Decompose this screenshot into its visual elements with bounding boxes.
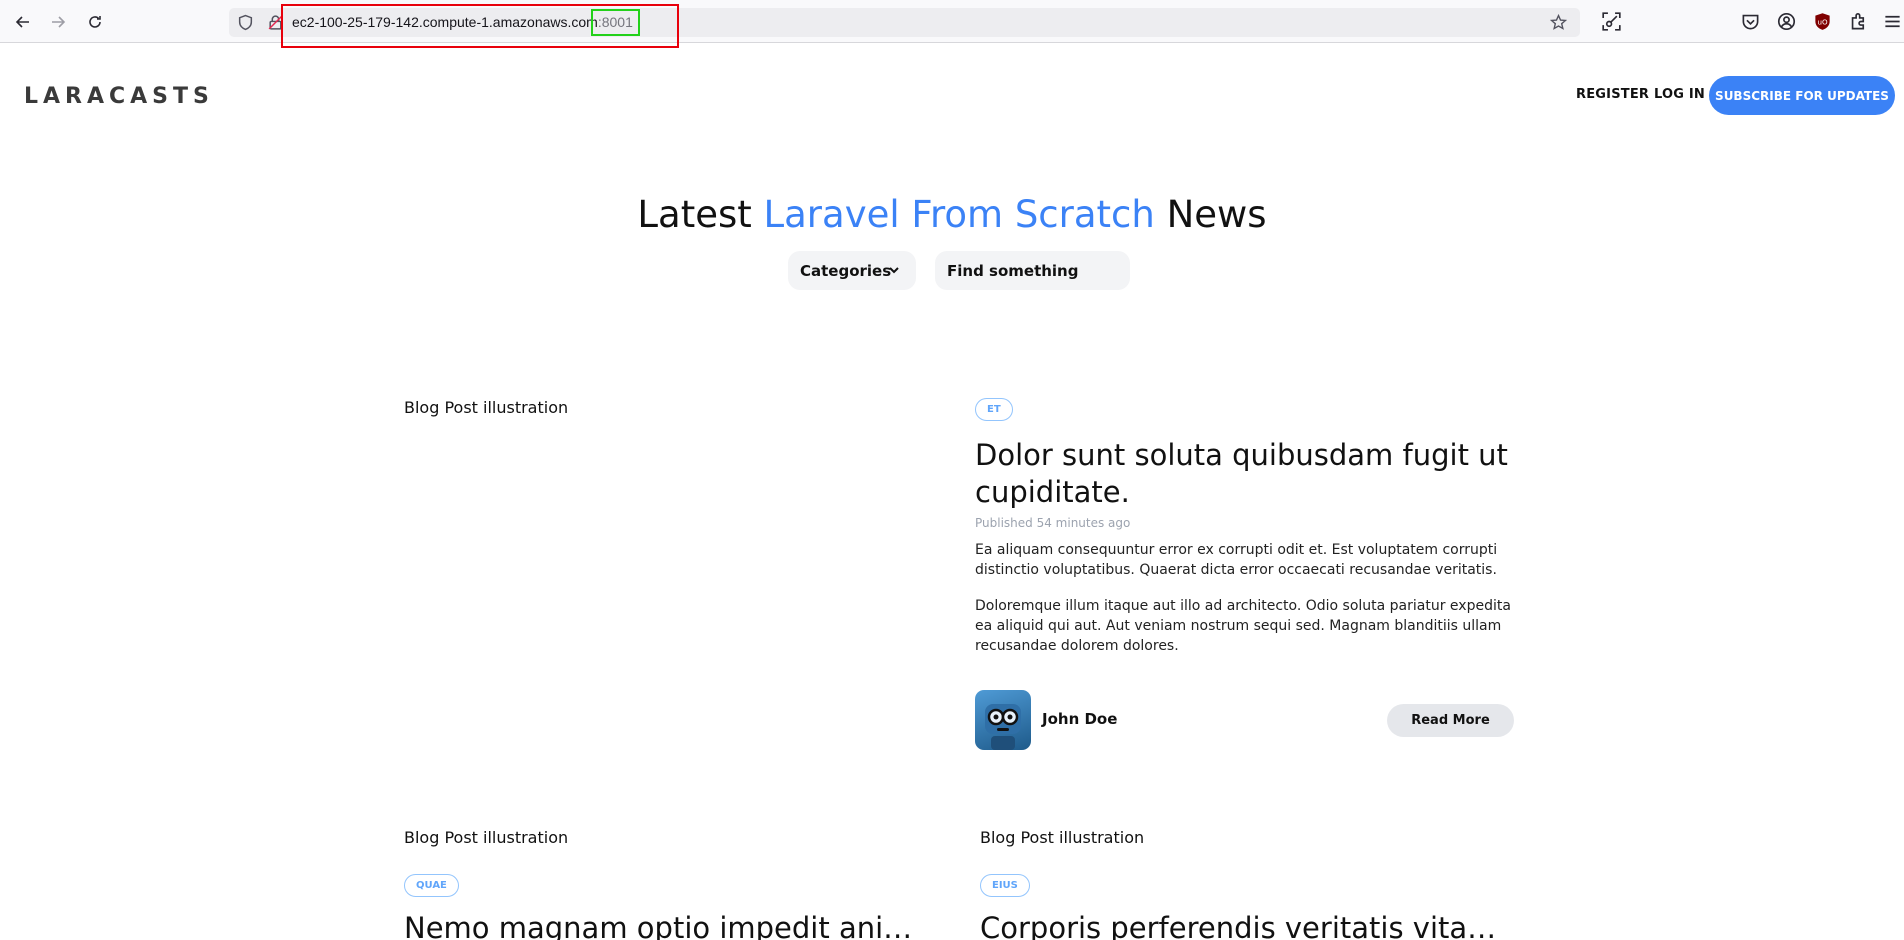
search-placeholder: Find something: [947, 261, 1079, 280]
chevron-down-icon: [889, 267, 899, 274]
shield-icon[interactable]: [237, 14, 254, 31]
site-logo[interactable]: LARACASTS: [24, 84, 214, 109]
back-arrow-icon[interactable]: [11, 10, 35, 34]
post-title[interactable]: Nemo magnam optio impedit animi...: [404, 910, 924, 940]
post-illustration: Blog Post illustration: [404, 398, 569, 417]
forward-arrow-icon[interactable]: [46, 10, 70, 34]
category-tag[interactable]: EIUS: [980, 874, 1030, 897]
search-input[interactable]: Find something: [935, 251, 1130, 290]
post-illustration: Blog Post illustration: [980, 828, 1145, 847]
categories-dropdown[interactable]: Categories: [788, 251, 916, 290]
post-excerpt-2: Doloremque illum itaque aut illo ad arch…: [975, 598, 1511, 654]
pocket-icon[interactable]: [1741, 12, 1760, 31]
avatar: [975, 690, 1031, 750]
screenshot-icon[interactable]: [1602, 12, 1621, 31]
post-illustration: Blog Post illustration: [404, 828, 569, 847]
svg-text:uO: uO: [1817, 17, 1828, 26]
login-link[interactable]: Log In: [1654, 87, 1705, 102]
extensions-icon[interactable]: [1849, 12, 1868, 31]
ublock-icon[interactable]: uO: [1813, 12, 1832, 31]
title-accent: Laravel From Scratch: [763, 193, 1155, 236]
author-name: John Doe: [1042, 710, 1118, 728]
menu-icon[interactable]: [1883, 12, 1902, 31]
register-link[interactable]: Register: [1576, 87, 1649, 102]
post-excerpt-1: Ea aliquam consequuntur error ex corrupt…: [975, 542, 1498, 578]
post-title[interactable]: Dolor sunt soluta quibusdam fugit ut cup…: [975, 437, 1520, 511]
title-suffix: News: [1154, 193, 1267, 236]
bookmark-star-icon[interactable]: [1550, 14, 1567, 31]
title-prefix: Latest: [637, 193, 764, 236]
published-time: Published 54 minutes ago: [975, 516, 1131, 530]
categories-label: Categories: [800, 261, 892, 280]
page-title: Latest Laravel From Scratch News: [0, 193, 1904, 236]
subscribe-button[interactable]: Subscribe for Updates: [1709, 76, 1895, 115]
account-icon[interactable]: [1777, 12, 1796, 31]
read-more-button[interactable]: Read More: [1387, 704, 1514, 737]
reload-icon[interactable]: [83, 10, 107, 34]
highlight-box-port: [591, 9, 640, 36]
browser-toolbar: ec2-100-25-179-142.compute-1.amazonaws.c…: [0, 0, 1904, 48]
logo-text: LARACASTS: [24, 84, 214, 109]
post-title[interactable]: Corporis perferendis veritatis vitae...: [980, 910, 1500, 940]
category-tag[interactable]: QUAE: [404, 874, 459, 897]
category-tag[interactable]: ET: [975, 398, 1013, 421]
